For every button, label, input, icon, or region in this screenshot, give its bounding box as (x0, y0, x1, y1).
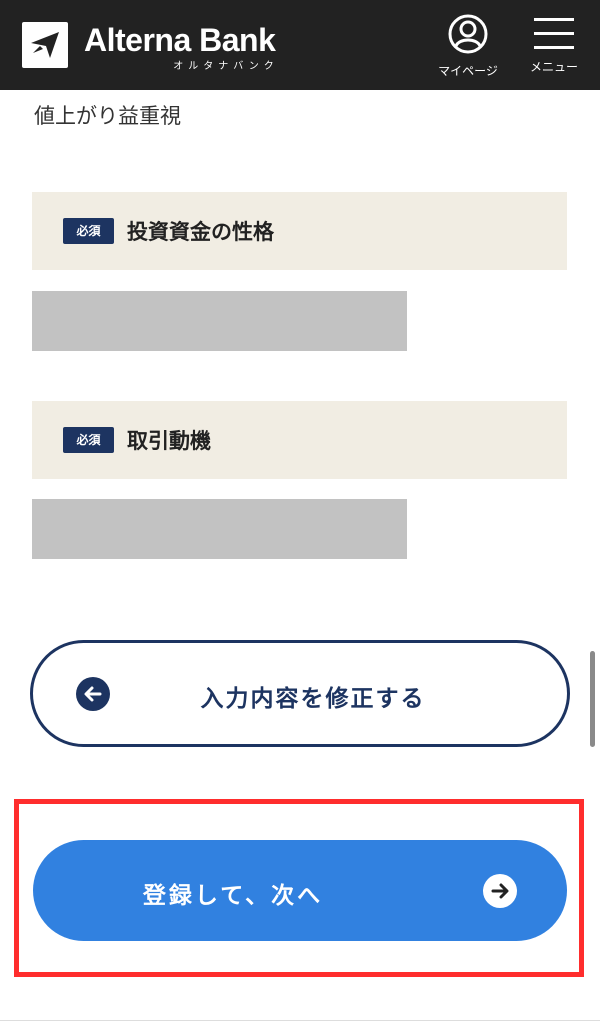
question-header-trade-motive: 必須 取引動機 (32, 401, 567, 479)
register-next-button[interactable]: 登録して、次へ (33, 840, 567, 941)
menu-label: メニュー (529, 60, 578, 74)
redacted-answer (32, 291, 407, 351)
edit-input-button[interactable]: 入力内容を修正する (30, 640, 570, 747)
question-label: 投資資金の性格 (127, 220, 274, 244)
logo-icon[interactable] (22, 22, 68, 68)
brand-subtitle: オルタナバンク (173, 61, 279, 72)
required-badge: 必須 (63, 218, 114, 244)
brand[interactable]: Alterna Bank オルタナバンク (84, 22, 314, 72)
app-header: Alterna Bank オルタナバンク マイページ メニュー (0, 0, 600, 90)
edit-input-label: 入力内容を修正する (200, 686, 426, 712)
question-header-investment-nature: 必須 投資資金の性格 (32, 192, 567, 270)
mypage-label: マイページ (438, 64, 498, 78)
menu-button[interactable]: メニュー (522, 14, 586, 75)
scrollbar[interactable] (590, 651, 595, 747)
brand-name: Alterna Bank (84, 22, 276, 58)
question-label: 取引動機 (127, 429, 211, 453)
redacted-answer (32, 499, 407, 559)
arrow-right-icon (483, 874, 517, 908)
previous-answer-value: 値上がり益重視 (34, 104, 181, 128)
user-icon (448, 14, 488, 54)
register-next-label: 登録して、次へ (142, 883, 324, 909)
divider (0, 1020, 600, 1021)
required-badge: 必須 (63, 427, 114, 453)
mypage-button[interactable]: マイページ (428, 14, 508, 79)
menu-icon (534, 14, 574, 54)
